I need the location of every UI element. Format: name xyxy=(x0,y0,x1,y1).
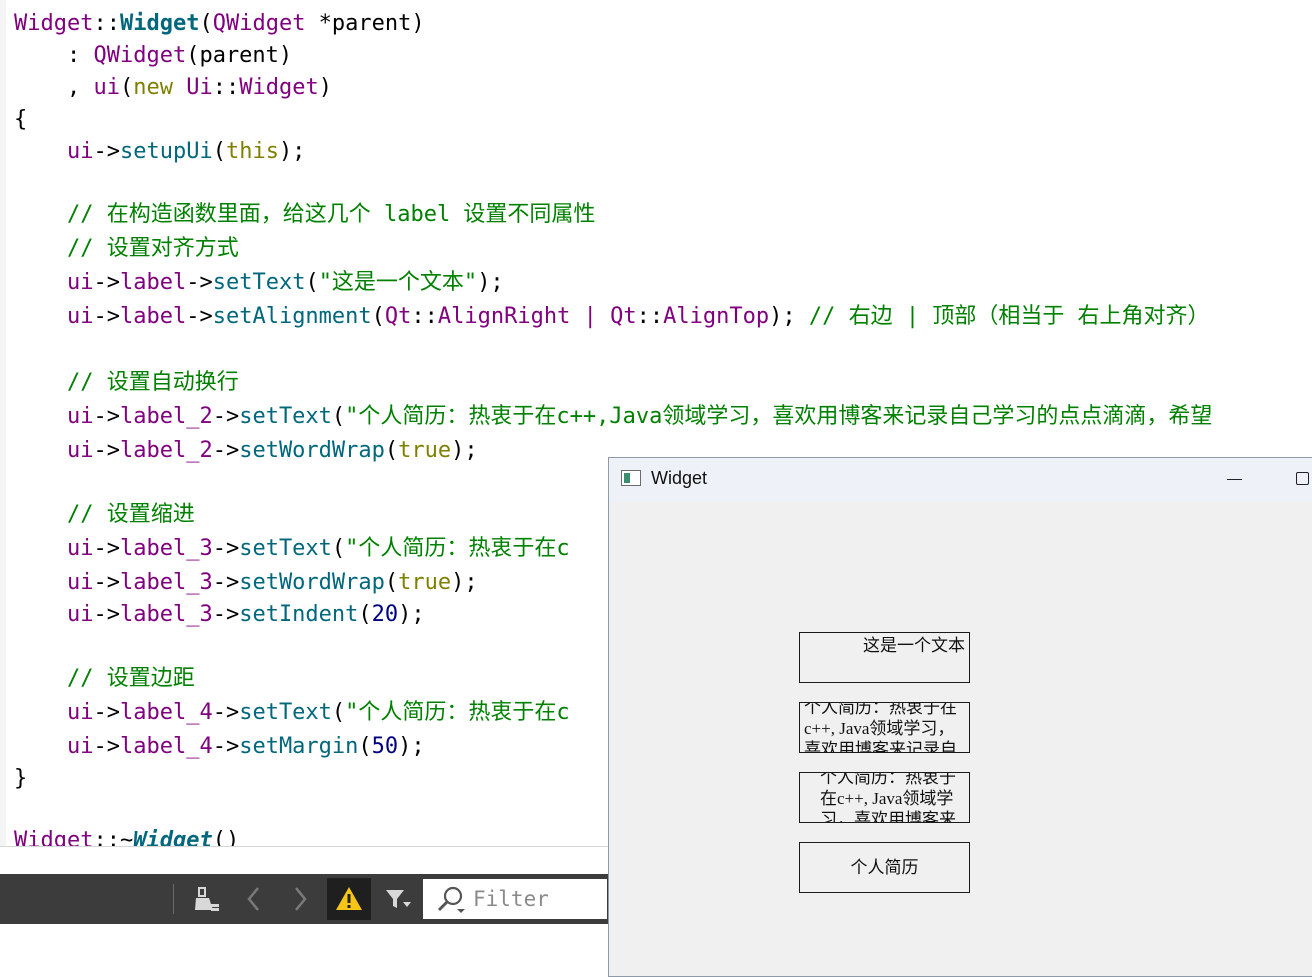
code-line-3: , ui(new Ui::Widget) xyxy=(14,75,332,100)
issues-panel xyxy=(0,924,608,962)
code-line-5: ui->setupUi(this); xyxy=(66,139,306,164)
code-line-9: ui->label->setAlignment(Qt::AlignRight |… xyxy=(66,304,1210,329)
filter-field[interactable] xyxy=(422,878,608,920)
code-line-16: ui->label_3->setText("个人简历：热衷于在c xyxy=(66,536,570,561)
code-comment-2: // 设置对齐方式 xyxy=(14,236,239,261)
previous-issue-button[interactable] xyxy=(232,878,276,920)
issues-toolbar xyxy=(0,874,608,924)
label-word-wrap: 个人简历：热衷于在c++, Java领域学习，喜欢用博客来记录自 xyxy=(799,702,970,753)
code-line-23: } xyxy=(14,766,28,791)
label-indent: 个人简历：热衷于在c++, Java领域学习，喜欢用博客来 xyxy=(799,772,970,823)
show-warnings-toggle[interactable] xyxy=(327,878,371,920)
code-line-4: { xyxy=(14,107,28,132)
search-icon xyxy=(435,885,467,919)
minimize-button[interactable] xyxy=(1219,468,1249,492)
filter-button[interactable] xyxy=(376,878,420,920)
widget-preview-window: Widget 这是一个文本 个人简历：热衷于在c++, Java领域学习，喜欢用… xyxy=(608,457,1312,977)
code-comment-4: // 设置缩进 xyxy=(14,502,195,527)
code-line-18: ui->label_3->setIndent(20); xyxy=(66,602,425,627)
editor-gutter xyxy=(0,0,6,846)
code-comment-3: // 设置自动换行 xyxy=(14,370,239,395)
code-line-13: ui->label_2->setWordWrap(true); xyxy=(66,438,478,463)
code-line-1: Widget::Widget(QWidget *parent) xyxy=(14,11,425,36)
chevron-left-icon xyxy=(242,884,266,914)
app-window-icon xyxy=(621,470,641,486)
code-comment-1: // 在构造函数里面，给这几个 label 设置不同属性 xyxy=(14,202,596,227)
pane-splitter[interactable] xyxy=(0,847,608,874)
code-line-17: ui->label_3->setWordWrap(true); xyxy=(66,570,478,595)
filter-funnel-icon xyxy=(383,884,413,914)
window-title: Widget xyxy=(651,468,708,488)
maximize-button[interactable] xyxy=(1289,468,1312,492)
code-line-2: : QWidget(parent) xyxy=(14,43,293,68)
clean-icon xyxy=(191,884,221,914)
code-line-25: Widget::~Widget() xyxy=(14,828,240,846)
toolbar-separator xyxy=(173,884,174,914)
chevron-right-icon xyxy=(288,884,312,914)
code-line-12: ui->label_2->setText("个人简历：热衷于在c++,Java领… xyxy=(66,404,1213,429)
clean-button[interactable] xyxy=(184,878,228,920)
code-line-22: ui->label_4->setMargin(50); xyxy=(66,734,425,759)
filter-input[interactable] xyxy=(473,885,607,913)
next-issue-button[interactable] xyxy=(278,878,322,920)
code-line-8: ui->label->setText("这是一个文本"); xyxy=(66,270,504,295)
window-title-bar[interactable]: Widget xyxy=(609,458,1312,502)
warning-icon xyxy=(335,885,363,913)
code-comment-5: // 设置边距 xyxy=(14,666,195,691)
label-margin: 个人简历 xyxy=(799,842,970,893)
code-line-21: ui->label_4->setText("个人简历：热衷于在c xyxy=(66,700,570,725)
label-aligned-top-right: 这是一个文本 xyxy=(799,632,970,683)
